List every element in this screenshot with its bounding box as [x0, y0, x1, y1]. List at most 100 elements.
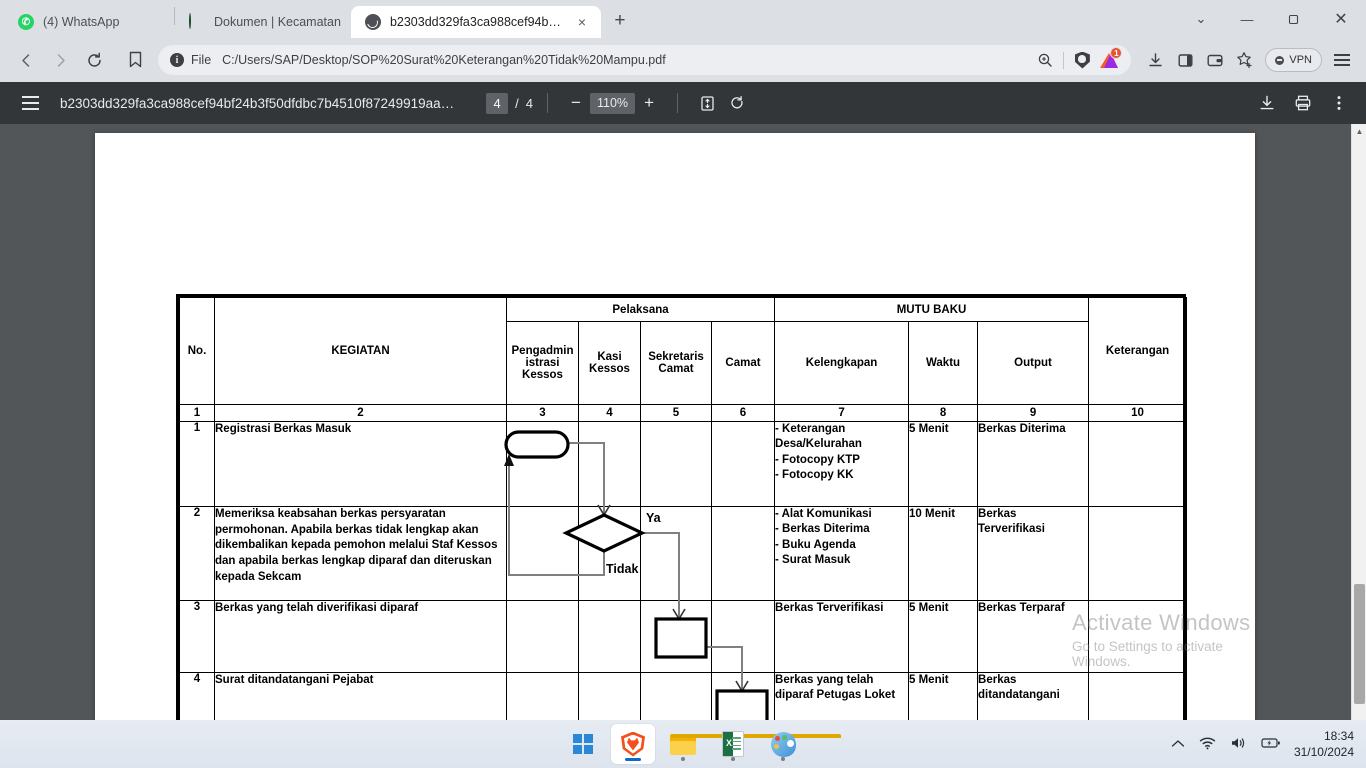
vpn-label: VPN	[1289, 54, 1312, 66]
zoom-in-button[interactable]: +	[635, 89, 663, 117]
rotate-icon[interactable]	[722, 88, 752, 118]
scrollbar-thumb[interactable]	[1354, 584, 1365, 704]
colnum-10: 10	[1088, 404, 1188, 422]
pdf-menu-icon[interactable]	[12, 85, 48, 121]
volume-icon[interactable]	[1230, 736, 1247, 753]
taskbar-file-explorer[interactable]	[661, 724, 841, 764]
address-bar[interactable]: i File C:/Users/SAP/Desktop/SOP%20Surat%…	[158, 45, 1132, 75]
site-info-icon[interactable]: i	[170, 53, 184, 67]
vpn-button[interactable]: VPN	[1265, 48, 1322, 72]
brave-icon	[621, 731, 645, 757]
row-output: Berkas Terverifikasi	[977, 506, 1090, 601]
clock-date: 31/10/2024	[1293, 745, 1354, 759]
brave-shields-icon[interactable]	[1069, 47, 1095, 73]
start-button[interactable]	[561, 724, 605, 764]
url-text[interactable]: C:/Users/SAP/Desktop/SOP%20Surat%20Keter…	[222, 53, 1025, 67]
vertical-scrollbar[interactable]: ▲ ▼	[1351, 124, 1366, 760]
fit-to-page-icon[interactable]	[692, 88, 722, 118]
colnum-6: 6	[710, 404, 776, 422]
header-kegiatan: KEGIATAN	[214, 297, 507, 405]
lane-camat	[710, 600, 776, 673]
header-camat: Camat	[710, 321, 776, 405]
battery-icon[interactable]	[1261, 737, 1281, 752]
close-icon[interactable]: ×	[573, 13, 591, 31]
zoom-out-button[interactable]: −	[562, 89, 590, 117]
row-no: 1	[179, 421, 215, 507]
browser-tab-whatsapp[interactable]: ✆ (4) WhatsApp	[4, 6, 174, 38]
download-icon[interactable]	[1252, 88, 1282, 118]
taskbar-paint[interactable]	[761, 724, 805, 764]
sidebar-icon[interactable]	[1171, 46, 1199, 74]
lane-pengadministrasi	[506, 506, 579, 601]
header-sekretaris-camat: Sekretaris Camat	[640, 321, 712, 405]
pdf-content-area[interactable]: No. KEGIATAN Pelaksana MUTU BAKU Keteran…	[0, 124, 1366, 760]
more-vertical-icon[interactable]	[1324, 88, 1354, 118]
excel-icon: X	[722, 731, 744, 757]
row-keterangan	[1088, 421, 1188, 507]
running-indicator	[781, 757, 785, 761]
row-waktu: 5 Menit	[908, 421, 979, 507]
download-icon[interactable]	[1141, 46, 1169, 74]
new-tab-button[interactable]: +	[605, 6, 635, 36]
zoom-in-icon[interactable]	[1032, 47, 1058, 73]
row-waktu: 10 Menit	[908, 506, 979, 601]
forward-button[interactable]	[44, 44, 76, 76]
table-row: 1 Registrasi Berkas Masuk - Keterangan D…	[179, 421, 1188, 507]
omnibox-divider	[1063, 51, 1065, 69]
row-kelengkapan: - Keterangan Desa/Kelurahan - Fotocopy K…	[774, 421, 910, 507]
windows-taskbar: X 18:34 31/10/2024	[0, 720, 1366, 768]
toolbar-divider-2	[677, 93, 679, 113]
toolbar-divider	[546, 93, 548, 113]
taskbar-brave[interactable]	[611, 724, 655, 764]
lane-sekretaris-camat	[640, 421, 712, 507]
taskbar-clock[interactable]: 18:34 31/10/2024	[1294, 728, 1354, 760]
reload-button[interactable]	[78, 44, 110, 76]
header-pengadministrasi-kessos: Pengadmin istrasi Kessos	[506, 321, 579, 405]
wifi-icon[interactable]	[1199, 736, 1216, 753]
header-group-pelaksana: Pelaksana	[505, 297, 776, 322]
browser-tab-pdf[interactable]: b2303dd329fa3ca988cef94bf24 ×	[350, 6, 601, 38]
close-window-button[interactable]: ✕	[1316, 0, 1366, 38]
url-scheme-label: File	[191, 53, 212, 67]
pdf-document-title: b2303dd329fa3ca988cef94bf24b3f50dfdbc7b4…	[60, 95, 455, 111]
tab-label: Dokumen | Kecamatan	[214, 15, 341, 29]
sop-table: No. KEGIATAN Pelaksana MUTU BAKU Keteran…	[179, 297, 1188, 760]
row-output: Berkas Terparaf	[977, 600, 1090, 673]
scroll-up-arrow[interactable]: ▲	[1352, 124, 1366, 139]
taskbar-excel[interactable]: X	[711, 724, 755, 764]
table-group-header-row: No. KEGIATAN Pelaksana MUTU BAKU Keteran…	[179, 297, 1188, 405]
row-kegiatan: Registrasi Berkas Masuk	[214, 421, 507, 507]
lane-kasi-kessos	[578, 506, 641, 601]
row-kegiatan: Memeriksa keabsahan berkas persyaratan p…	[214, 506, 507, 601]
browser-tab-dokumen[interactable]: Dokumen | Kecamatan	[175, 6, 351, 38]
page-number-input[interactable]: 4	[486, 92, 509, 114]
print-icon[interactable]	[1288, 88, 1318, 118]
minimize-button[interactable]: —	[1224, 0, 1270, 38]
tab-label: b2303dd329fa3ca988cef94bf24	[389, 15, 564, 29]
tab-search-icon[interactable]: ⌄	[1178, 0, 1224, 38]
maximize-button[interactable]	[1270, 0, 1316, 38]
taskbar-system-tray: 18:34 31/10/2024	[1171, 728, 1354, 760]
brave-rewards-icon[interactable]: 1	[1097, 47, 1123, 73]
row-kegiatan: Berkas yang telah diverifikasi diparaf	[214, 600, 507, 673]
window-controls: ⌄ — ✕	[1178, 0, 1366, 38]
lane-kasi-kessos	[578, 421, 641, 507]
bookmark-icon[interactable]	[120, 45, 150, 75]
lane-pengadministrasi	[506, 421, 579, 507]
row-output: Berkas Diterima	[977, 421, 1090, 507]
back-button[interactable]	[10, 44, 42, 76]
bookmark-star-icon[interactable]	[1231, 46, 1259, 74]
table-row: 3 Berkas yang telah diverifikasi diparaf…	[179, 600, 1188, 673]
running-indicator	[681, 757, 685, 761]
omnibox-actions: 1	[1032, 47, 1123, 73]
folder-icon	[670, 733, 841, 755]
show-hidden-icons[interactable]	[1171, 737, 1185, 752]
header-output: Output	[977, 321, 1090, 405]
wallet-icon[interactable]	[1201, 46, 1229, 74]
row-keterangan	[1088, 506, 1188, 601]
lane-camat	[710, 421, 776, 507]
browser-tab-strip: ✆ (4) WhatsApp Dokumen | Kecamatan b2303…	[0, 0, 1366, 38]
hamburger-menu-icon[interactable]	[1328, 46, 1356, 74]
colnum-8: 8	[908, 404, 979, 422]
header-keterangan: Keterangan	[1088, 297, 1188, 405]
